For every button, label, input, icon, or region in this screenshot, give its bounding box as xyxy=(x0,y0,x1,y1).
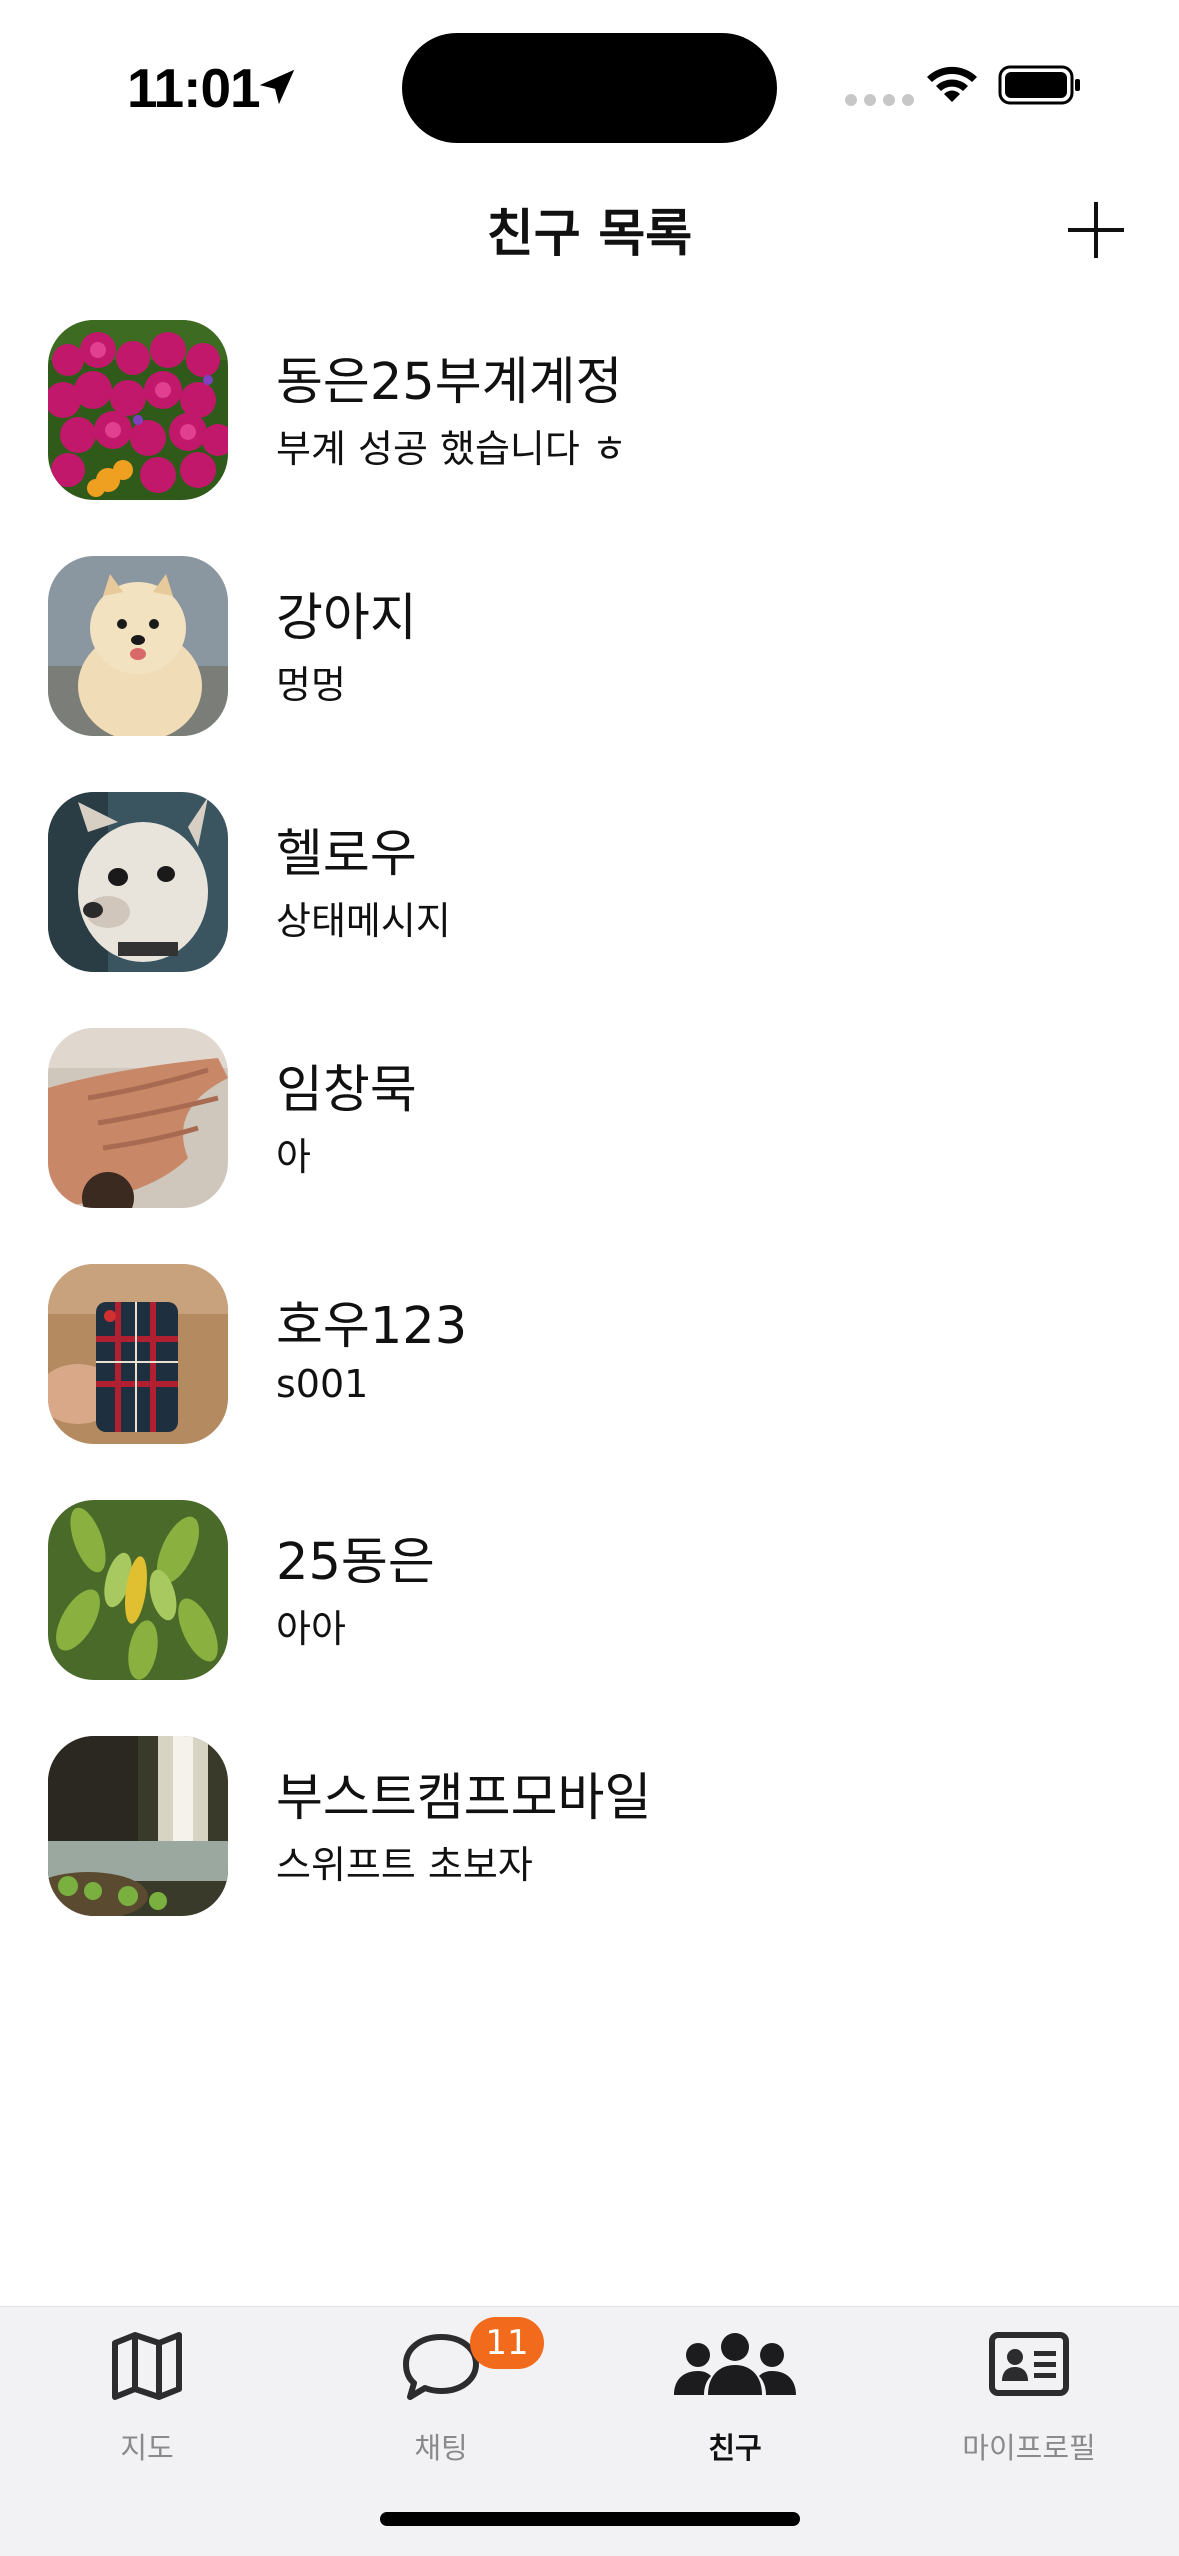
friend-avatar xyxy=(48,320,228,500)
unread-badge: 11 xyxy=(470,2317,544,2369)
friend-row[interactable]: 동은25부계계정 부계 성공 했습니다 ㅎ xyxy=(0,320,1179,520)
battery-icon xyxy=(998,65,1080,105)
friend-avatar xyxy=(48,792,228,972)
friend-status: 아 xyxy=(276,1135,311,1179)
friend-row[interactable]: 25동은 아아 xyxy=(0,1500,1179,1700)
wifi-icon xyxy=(927,66,977,102)
cellular-signal-icon xyxy=(845,94,914,106)
tab-map[interactable]: 지도 xyxy=(0,2307,294,2477)
friend-avatar xyxy=(48,1028,228,1208)
friend-name: 호우123 xyxy=(276,1297,468,1356)
friend-name: 부스트캠프모바일 xyxy=(276,1769,652,1828)
tab-friends[interactable]: 친구 xyxy=(588,2307,882,2477)
friend-name: 동은25부계계정 xyxy=(276,353,623,412)
friend-row[interactable]: 호우123 s001 xyxy=(0,1264,1179,1464)
profile-card-icon xyxy=(989,2332,1069,2396)
tab-label: 마이프로필 xyxy=(962,2431,1096,2465)
location-arrow-icon xyxy=(259,69,295,105)
tab-label: 채팅 xyxy=(414,2431,468,2465)
friend-name: 헬로우 xyxy=(276,825,417,884)
friend-row[interactable]: 부스트캠프모바일 스위프트 초보자 xyxy=(0,1736,1179,1936)
friend-row[interactable]: 헬로우 상태메시지 xyxy=(0,792,1179,992)
friend-avatar xyxy=(48,1500,228,1680)
friend-status: 부계 성공 했습니다 ㅎ xyxy=(276,427,627,471)
tab-chat[interactable]: 채팅 xyxy=(294,2307,588,2477)
friend-status: s001 xyxy=(276,1362,369,1406)
friend-name: 임창묵 xyxy=(276,1061,417,1120)
friend-row[interactable]: 강아지 멍멍 xyxy=(0,556,1179,756)
dynamic-island xyxy=(402,33,777,143)
friends-screen: 11:01 친구 목록 동은25부계계정 부계 성공 했습니다 ㅎ 강아지 멍멍… xyxy=(0,0,1179,2556)
friend-avatar xyxy=(48,1736,228,1916)
friend-status: 상태메시지 xyxy=(276,899,451,943)
tab-my-profile[interactable]: 마이프로필 xyxy=(882,2307,1176,2477)
tab-label: 지도 xyxy=(120,2431,174,2465)
friend-row[interactable]: 임창묵 아 xyxy=(0,1028,1179,1228)
friend-name: 25동은 xyxy=(276,1533,435,1592)
add-friend-button[interactable] xyxy=(1066,200,1126,260)
map-icon xyxy=(112,2332,182,2400)
home-indicator xyxy=(380,2512,800,2526)
friend-status: 아아 xyxy=(276,1607,346,1651)
page-title: 친구 목록 xyxy=(486,205,693,264)
friend-name: 강아지 xyxy=(276,589,417,648)
friend-status: 스위프트 초보자 xyxy=(276,1843,533,1887)
tab-label: 친구 xyxy=(708,2431,762,2465)
friend-avatar xyxy=(48,556,228,736)
friend-avatar xyxy=(48,1264,228,1444)
status-time: 11:01 xyxy=(127,57,261,119)
friend-status: 멍멍 xyxy=(276,663,346,707)
people-icon xyxy=(674,2333,796,2395)
